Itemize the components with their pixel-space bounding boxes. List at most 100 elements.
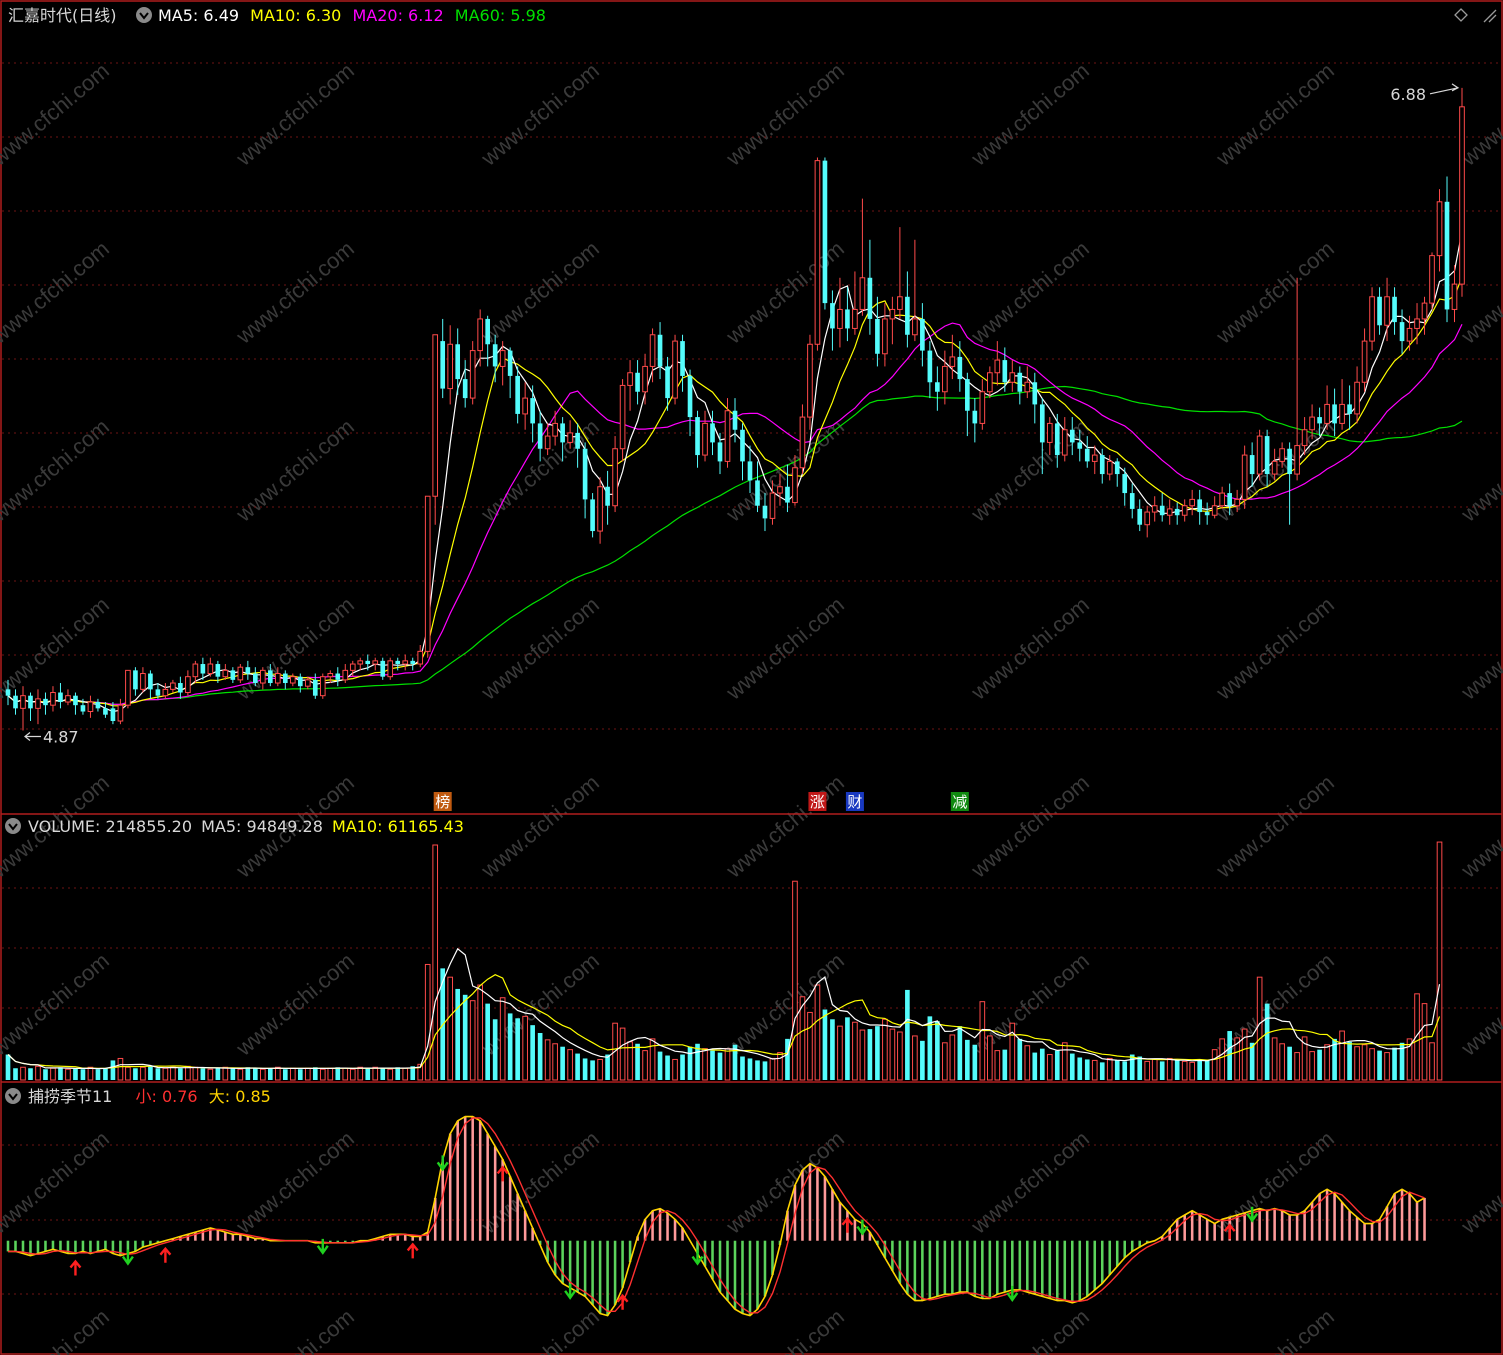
candle-down bbox=[395, 660, 401, 665]
candle-up bbox=[432, 334, 439, 497]
volume-bar-down bbox=[253, 1068, 258, 1080]
ma-legend: MA5: 6.49 MA10: 6.30 MA20: 6.12 MA60: 5.… bbox=[158, 6, 546, 25]
candle-down bbox=[1129, 493, 1135, 509]
volume-bar-up bbox=[724, 1048, 731, 1081]
volume-bar-up bbox=[882, 1018, 888, 1081]
candle-down bbox=[710, 423, 715, 443]
candle-down bbox=[245, 667, 251, 674]
header-dropdown-icon[interactable] bbox=[136, 7, 152, 23]
candle-down bbox=[755, 480, 760, 506]
candle-down bbox=[1197, 499, 1203, 513]
volume-bar-up bbox=[1151, 1058, 1158, 1081]
candle-up bbox=[882, 318, 888, 355]
candle-up bbox=[1309, 416, 1315, 431]
volume-bar-down bbox=[1129, 1054, 1135, 1080]
candle-up bbox=[799, 416, 806, 469]
volume-bar-down bbox=[1002, 1049, 1008, 1080]
candle-up bbox=[912, 318, 918, 336]
volume-bar-down bbox=[312, 1067, 318, 1080]
volume-bar-up bbox=[1256, 976, 1263, 1081]
volume-bar-up bbox=[1354, 1046, 1360, 1081]
volume-bar-down bbox=[1317, 1049, 1322, 1080]
candle-up bbox=[447, 343, 454, 390]
candle-down bbox=[1137, 508, 1143, 525]
stock-chart[interactable]: www.cfchi.com www.cfchi.com www.cfchi.com w… bbox=[0, 0, 1503, 1355]
volume-bar-up bbox=[1436, 841, 1443, 1081]
volume-bar-up bbox=[807, 1011, 813, 1081]
volume-bar-up bbox=[1361, 1044, 1368, 1081]
candle-up bbox=[192, 663, 199, 678]
candle-up bbox=[1256, 435, 1263, 475]
candle-up bbox=[987, 372, 993, 393]
volume-bar-down bbox=[103, 1068, 108, 1080]
candle-up bbox=[522, 397, 528, 415]
candle-down bbox=[462, 379, 468, 399]
volume-bar-up bbox=[814, 984, 821, 1081]
volume-bar-up bbox=[889, 1028, 896, 1081]
volume-bar-down bbox=[830, 1019, 835, 1080]
candle-down bbox=[335, 673, 341, 680]
candle-up bbox=[1219, 492, 1225, 507]
candle-up bbox=[1181, 505, 1188, 516]
candle-down bbox=[1399, 322, 1405, 342]
volume-bar-down bbox=[1084, 1059, 1090, 1080]
ma20-label: MA20: bbox=[352, 6, 403, 25]
candle-up bbox=[1211, 505, 1218, 516]
candle-down bbox=[1077, 442, 1083, 449]
volume-bar-down bbox=[710, 1050, 715, 1080]
volume-bar-up bbox=[1144, 1060, 1151, 1081]
candle-up bbox=[289, 676, 296, 684]
candle-down bbox=[80, 705, 86, 712]
volume-bar-up bbox=[1271, 1037, 1278, 1081]
volume-bar-down bbox=[957, 1026, 963, 1080]
candle-down bbox=[687, 375, 693, 418]
candle-up bbox=[642, 365, 648, 393]
volume-dropdown-icon[interactable] bbox=[5, 818, 21, 834]
candle-up bbox=[349, 663, 356, 671]
volume-bar-down bbox=[605, 1054, 610, 1080]
candle-up bbox=[1361, 340, 1368, 383]
candle-down bbox=[1017, 372, 1023, 392]
ma5-value: 6.49 bbox=[203, 6, 239, 25]
volume-bar-down bbox=[965, 1039, 970, 1080]
volume-bar-up bbox=[327, 1067, 334, 1081]
candle-down bbox=[935, 382, 940, 392]
volume-bar-up bbox=[1189, 1061, 1196, 1081]
candle-up bbox=[792, 467, 798, 504]
volume-bar-up bbox=[777, 1052, 783, 1081]
volume-bar-down bbox=[1099, 1062, 1105, 1080]
candle-down bbox=[920, 318, 925, 351]
volume-bar-down bbox=[845, 1017, 850, 1080]
volume-bar-down bbox=[1122, 1061, 1128, 1080]
candle-down bbox=[665, 366, 670, 399]
volume-bar-up bbox=[349, 1068, 356, 1081]
volume-bar-up bbox=[432, 844, 439, 1081]
candle-down bbox=[1347, 404, 1352, 414]
volume-bar-up bbox=[1421, 1003, 1428, 1081]
candle-up bbox=[597, 486, 603, 532]
candle-up bbox=[319, 676, 326, 697]
volume-bar-down bbox=[920, 1040, 925, 1080]
candle-down bbox=[1249, 455, 1255, 475]
volume-value: 214855.20 bbox=[105, 817, 192, 836]
volume-bar-down bbox=[200, 1068, 206, 1080]
candle-down bbox=[5, 689, 11, 696]
candle-up bbox=[1436, 201, 1443, 257]
volume-bar-down bbox=[1017, 1038, 1023, 1080]
volume-bar-down bbox=[507, 1013, 513, 1080]
candle-down bbox=[845, 309, 850, 329]
candle-down bbox=[267, 670, 273, 684]
volume-bar-up bbox=[447, 976, 454, 1081]
volume-bar-up bbox=[1091, 1059, 1098, 1081]
event-marker-label: 涨 bbox=[810, 793, 825, 811]
candle-up bbox=[942, 365, 948, 393]
indicator-dropdown-icon[interactable] bbox=[5, 1088, 21, 1104]
candle-up bbox=[889, 308, 896, 320]
volume-bar-up bbox=[499, 997, 506, 1081]
candle-up bbox=[814, 160, 821, 345]
candle-down bbox=[312, 679, 318, 696]
candle-up bbox=[117, 704, 124, 722]
volume-bar-down bbox=[133, 1068, 138, 1080]
candle-up bbox=[1091, 454, 1098, 462]
volume-bar-up bbox=[649, 1038, 656, 1081]
